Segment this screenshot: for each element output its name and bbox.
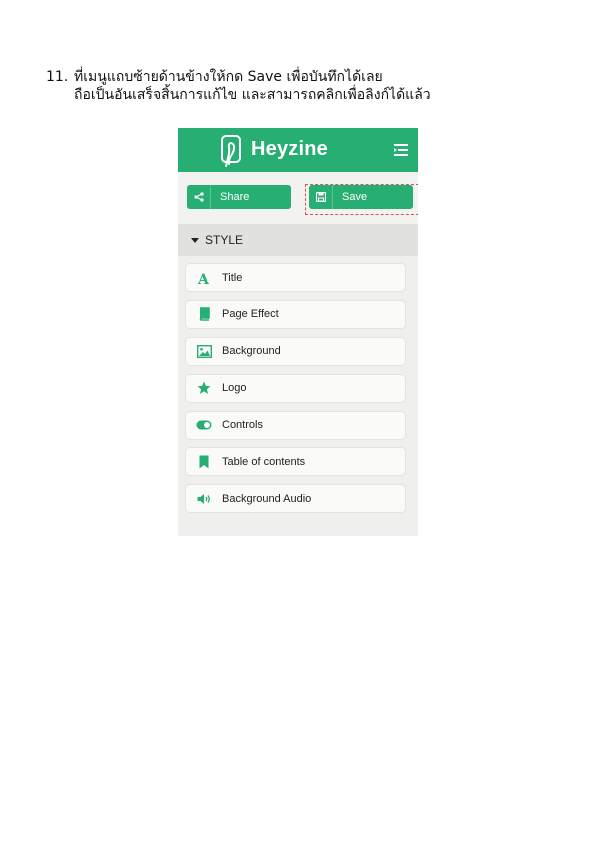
menu-item-table-of-contents[interactable]: Table of contents <box>185 447 406 477</box>
star-icon <box>196 380 212 396</box>
menu-item-label: Table of contents <box>222 455 306 468</box>
instruction-line-1-text: ที่เมนูแถบซ้ายด้านข้างให้กด Save เพื่อบั… <box>74 69 383 85</box>
instruction-line-2: ถือเป็นอันเสร็จสิ้นการแก้ไข และสามารถคลิ… <box>74 87 431 103</box>
menu-item-label: Logo <box>222 382 247 395</box>
toggle-icon <box>196 417 212 433</box>
brand-name: Heyzine <box>251 138 328 160</box>
menu-item-page-effect[interactable]: Page Effect <box>185 299 406 329</box>
top-bar: Heyzine <box>178 128 418 172</box>
image-icon <box>196 343 212 359</box>
menu-item-label: Background Audio <box>222 492 312 505</box>
menu-item-title[interactable]: A Title <box>185 263 406 292</box>
heyzine-logo-icon <box>221 135 241 167</box>
save-highlight-box <box>305 184 418 215</box>
section-label: STYLE <box>205 233 244 247</box>
title-letter-icon: A <box>196 270 212 286</box>
instruction-line-1: 11. ที่เมนูแถบซ้ายด้านข้างให้กด Save เพื่… <box>46 68 566 86</box>
style-menu-list: A Title Page Effect Background Logo Cont… <box>185 263 406 521</box>
share-label: Share <box>220 191 250 203</box>
step-number: 11. <box>46 69 69 85</box>
share-button[interactable]: Share <box>187 185 291 209</box>
book-icon <box>196 306 212 322</box>
speaker-icon <box>196 491 212 507</box>
caret-down-icon <box>191 237 199 243</box>
share-icon <box>187 185 211 209</box>
menu-item-controls[interactable]: Controls <box>185 410 406 440</box>
menu-item-background[interactable]: Background <box>185 336 406 366</box>
menu-item-label: Background <box>222 345 281 358</box>
bookmark-icon <box>196 454 212 470</box>
menu-item-label: Title <box>222 271 243 284</box>
menu-item-label: Page Effect <box>222 308 279 321</box>
heyzine-editor-screenshot: Heyzine Share Save STYLE A Title Page Ef… <box>178 128 418 536</box>
menu-collapse-icon[interactable] <box>394 144 408 156</box>
instruction-text: 11. ที่เมนูแถบซ้ายด้านข้างให้กด Save เพื่… <box>46 68 566 104</box>
menu-item-background-audio[interactable]: Background Audio <box>185 484 406 514</box>
menu-item-label: Controls <box>222 419 263 432</box>
style-section-header[interactable]: STYLE <box>178 224 418 256</box>
svg-text:A: A <box>197 272 210 285</box>
menu-item-logo[interactable]: Logo <box>185 373 406 403</box>
